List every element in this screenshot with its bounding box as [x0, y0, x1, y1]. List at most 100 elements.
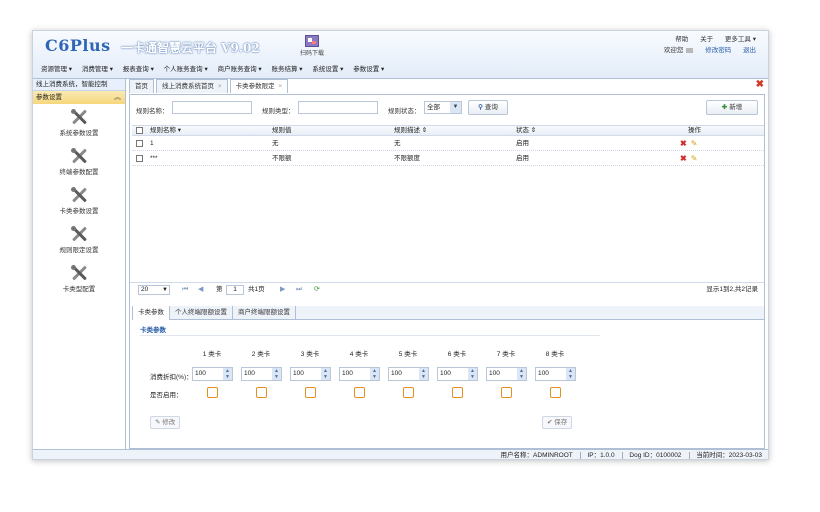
help-link[interactable]: 帮助 — [675, 36, 688, 43]
menu-item[interactable]: 资源管理 ▾ — [41, 66, 72, 73]
logout-link[interactable]: 退出 — [743, 47, 756, 54]
delete-icon[interactable]: ✖ — [680, 154, 687, 163]
sidebar-item-card-params[interactable]: 卡类参数设置 — [33, 186, 125, 221]
qr-code-icon — [305, 35, 319, 47]
spinner-arrows-icon[interactable]: ▲ ▼ — [419, 368, 428, 380]
discount-spinner[interactable]: 100 ▲ ▼ — [339, 367, 380, 381]
sidebar-item-terminal-params[interactable]: 终端参数配置 — [33, 147, 125, 182]
col-rule-desc[interactable]: 规则描述 ⇕ — [394, 126, 427, 136]
col-label: 规则描述 — [394, 127, 420, 134]
modify-button[interactable]: ✎ 修改 — [150, 416, 181, 429]
rule-type-input[interactable] — [298, 101, 378, 114]
enable-checkbox[interactable] — [452, 387, 463, 398]
discount-spinner[interactable]: 100 ▲ ▼ — [192, 367, 233, 381]
enable-checkbox[interactable] — [305, 387, 316, 398]
tab-close-icon[interactable]: × — [218, 83, 222, 90]
edit-icon[interactable]: ✎ — [691, 139, 698, 148]
save-button[interactable]: ✔ 保存 — [542, 416, 573, 429]
status-select-value: 全部 — [427, 104, 440, 111]
sidebar-item-rule-limits[interactable]: 规则限定设置 — [33, 225, 125, 260]
col-actions: 操作 — [688, 127, 701, 134]
spinner-arrows-icon[interactable]: ▲ ▼ — [321, 368, 330, 380]
spinner-arrows-icon[interactable]: ▲ ▼ — [223, 368, 232, 380]
page-size-value: 20 — [141, 286, 149, 293]
discount-spinner[interactable]: 100 ▲ ▼ — [535, 367, 576, 381]
next-page-icon[interactable]: ▶ — [280, 283, 285, 297]
chevron-down-icon: ▼ — [450, 102, 461, 113]
tab-list: 首页 线上消费系统首页 × 卡类参数限定 × — [129, 79, 290, 93]
menu-item[interactable]: 个人账务查询 ▾ — [164, 66, 208, 73]
edit-icon[interactable]: ✎ — [691, 154, 698, 163]
menu-item[interactable]: 账务结算 ▾ — [271, 66, 302, 73]
more-tools-link[interactable]: 更多工具 ▾ — [725, 36, 756, 43]
sidebar-section-header[interactable]: 参数设置 ︽ — [33, 91, 125, 104]
delete-icon[interactable]: ✖ — [680, 139, 687, 148]
enable-checkbox[interactable] — [256, 387, 267, 398]
sidebar-item-label: 卡类型配置 — [62, 286, 96, 293]
tab-close-icon[interactable]: × — [278, 83, 282, 90]
col-status[interactable]: 状态 ⇕ — [516, 126, 536, 136]
sidebar-item-card-types[interactable]: 卡类型配置 — [33, 264, 125, 299]
spinner-value: 100 — [293, 370, 304, 377]
status-label: 规则状态： — [388, 108, 421, 115]
collapse-icon[interactable]: ︽ — [114, 91, 121, 104]
tab-system-home[interactable]: 线上消费系统首页 × — [156, 79, 228, 93]
subtab-personal-terminal-limit[interactable]: 个人终端限额设置 — [170, 306, 233, 320]
page-size-select[interactable]: 20 ▼ — [138, 285, 170, 295]
discount-spinner[interactable]: 100 ▲ ▼ — [437, 367, 478, 381]
status-select[interactable]: 全部 ▼ — [424, 101, 462, 114]
status-bar: 用户名称：ADMINROOT IP：1.0.0 Dog ID：0100002 当… — [33, 449, 768, 459]
discount-label: 消费折扣(%)： — [150, 374, 193, 381]
table-row[interactable]: *** 不限额 不限额度 启用 ✖ ✎ — [132, 151, 764, 166]
spinner-arrows-icon[interactable]: ▲ ▼ — [370, 368, 379, 380]
menu-item[interactable]: 系统设置 ▾ — [312, 66, 343, 73]
refresh-icon[interactable]: ⟳ — [314, 283, 320, 297]
add-button[interactable]: ✚ 新增 — [706, 100, 758, 115]
tab-home[interactable]: 首页 — [129, 79, 154, 93]
col-rule-value[interactable]: 规则值 — [272, 126, 292, 136]
menu-item[interactable]: 商户账务查询 ▾ — [218, 66, 262, 73]
row-checkbox[interactable] — [136, 155, 143, 162]
prev-page-icon[interactable]: ◀ — [198, 283, 203, 297]
rule-name-input[interactable] — [172, 101, 252, 114]
enable-checkbox[interactable] — [207, 387, 218, 398]
tab-card-params[interactable]: 卡类参数限定 × — [229, 79, 289, 93]
spinner-arrows-icon[interactable]: ▲ ▼ — [566, 368, 575, 380]
menu-item[interactable]: 消费管理 ▾ — [82, 66, 113, 73]
enable-checkbox[interactable] — [550, 387, 561, 398]
row-actions: ✖ ✎ — [680, 136, 697, 152]
close-all-icon[interactable]: ✖ — [756, 79, 764, 90]
card-type-header: 3 类卡 — [300, 351, 320, 358]
change-password-link[interactable]: 修改密码 — [705, 47, 731, 54]
menu-item[interactable]: 报表查询 ▾ — [123, 66, 154, 73]
discount-spinner[interactable]: 100 ▲ ▼ — [486, 367, 527, 381]
spinner-arrows-icon[interactable]: ▲ ▼ — [468, 368, 477, 380]
first-page-icon[interactable]: ⏮ — [182, 283, 188, 297]
spinner-value: 100 — [489, 370, 500, 377]
menu-item[interactable]: 参数设置 ▾ — [353, 66, 384, 73]
select-all-checkbox[interactable] — [136, 127, 143, 134]
spinner-arrows-icon[interactable]: ▲ ▼ — [517, 368, 526, 380]
header: C6Plus 一卡通智慧云平台 V9.02 扫码下载 帮助 关于 更多工具 ▾ … — [33, 31, 768, 79]
table-row[interactable]: 1 无 无 启用 ✖ ✎ — [132, 136, 764, 151]
col-rule-name[interactable]: 规则名称 ▾ — [150, 126, 181, 136]
discount-spinner[interactable]: 100 ▲ ▼ — [388, 367, 429, 381]
row-checkbox[interactable] — [136, 140, 143, 147]
spinner-arrows-icon[interactable]: ▲ ▼ — [272, 368, 281, 380]
modify-button-label: 修改 — [162, 419, 176, 426]
about-link[interactable]: 关于 — [700, 36, 713, 43]
subtab-card-params[interactable]: 卡类参数 — [132, 306, 170, 320]
enable-checkbox[interactable] — [354, 387, 365, 398]
enable-checkbox[interactable] — [403, 387, 414, 398]
sidebar-item-label: 卡类参数设置 — [59, 208, 99, 215]
sidebar-item-system-params[interactable]: 系统参数设置 — [33, 108, 125, 143]
discount-spinner[interactable]: 100 ▲ ▼ — [290, 367, 331, 381]
page-number-input[interactable]: 1 — [226, 285, 244, 295]
subtab-merchant-terminal-limit[interactable]: 商户终端限额设置 — [233, 306, 296, 320]
last-page-icon[interactable]: ⏭ — [296, 283, 302, 297]
enable-checkbox[interactable] — [501, 387, 512, 398]
discount-spinner[interactable]: 100 ▲ ▼ — [241, 367, 282, 381]
qr-download[interactable]: 扫码下载 — [295, 35, 329, 57]
query-button[interactable]: ⚲ 查询 — [468, 100, 508, 115]
card-params-panel: 卡类参数 1 类卡 2 类卡 3 类卡 4 类卡 5 类卡 6 类卡 7 类卡 … — [140, 324, 600, 440]
